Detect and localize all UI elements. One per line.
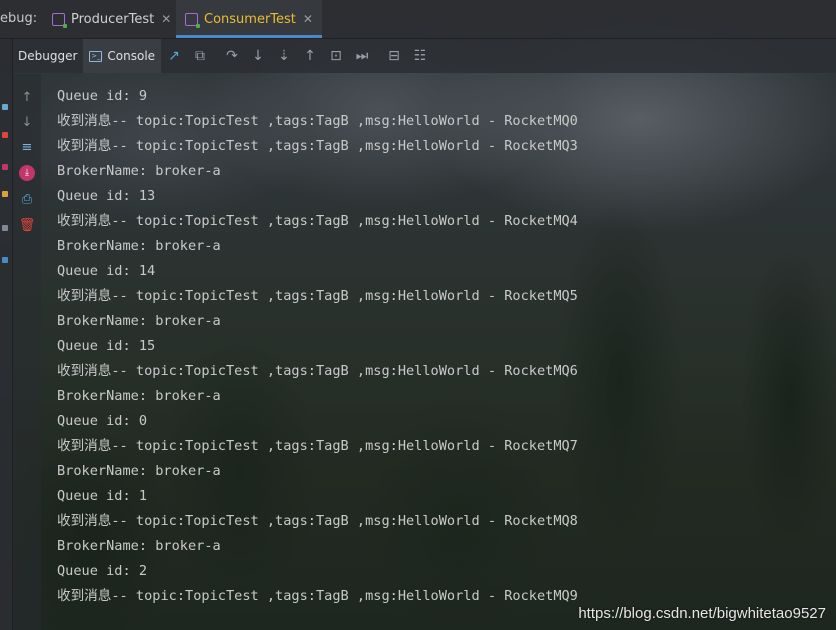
console-line: Queue id: 9 xyxy=(57,88,148,104)
console-line: Queue id: 13 xyxy=(57,188,156,204)
console-tab-label: Console xyxy=(107,49,156,63)
console-line: BrokerName: broker-a xyxy=(57,313,221,329)
tab-consumer-test[interactable]: ConsumerTest ✕ xyxy=(176,0,322,38)
console-line: Queue id: 15 xyxy=(57,338,156,354)
tool-indicator-icon[interactable] xyxy=(2,104,8,110)
console-line: Queue id: 1 xyxy=(57,488,148,504)
evaluate-expression-icon[interactable]: ⊟ xyxy=(381,39,407,73)
debugger-tab[interactable]: Debugger xyxy=(12,39,83,73)
frames-icon[interactable]: ⧉ xyxy=(187,39,213,73)
run-config-icon xyxy=(52,12,67,28)
step-over-icon[interactable]: ↷ xyxy=(219,39,245,73)
console-line: BrokerName: broker-a xyxy=(57,238,221,254)
tab-producer-test[interactable]: ProducerTest ✕ xyxy=(44,0,179,38)
scroll-up-icon[interactable]: ↑ xyxy=(19,89,35,105)
step-into-icon[interactable]: ↓ xyxy=(245,39,271,73)
breakpoint-indicator-icon[interactable] xyxy=(2,164,8,170)
console-line: 收到消息-- topic:TopicTest ,tags:TagB ,msg:H… xyxy=(57,438,578,454)
stop-indicator-icon[interactable] xyxy=(2,132,8,138)
console-line: 收到消息-- topic:TopicTest ,tags:TagB ,msg:H… xyxy=(57,288,578,304)
mute-indicator-icon[interactable] xyxy=(2,191,8,197)
clear-all-icon[interactable]: 🗑 xyxy=(19,217,36,233)
tab-label: ConsumerTest xyxy=(204,11,296,27)
soft-wrap-icon[interactable]: ≡ xyxy=(19,139,35,155)
step-out-icon[interactable]: ↑ xyxy=(297,39,323,73)
left-tool-strip xyxy=(0,39,13,630)
console-line: BrokerName: broker-a xyxy=(57,388,221,404)
tab-label: ProducerTest xyxy=(71,11,155,27)
close-icon[interactable]: ✕ xyxy=(161,12,171,26)
console-line: BrokerName: broker-a xyxy=(57,163,221,179)
debug-tab-bar: ebug: ProducerTest ✕ ConsumerTest ✕ xyxy=(0,0,836,39)
console-output[interactable]: Queue id: 9 收到消息-- topic:TopicTest ,tags:… xyxy=(57,84,827,609)
console-tab[interactable]: >_ Console xyxy=(83,39,162,73)
drop-frame-icon[interactable]: ⊡ xyxy=(323,39,349,73)
watermark: https://blog.csdn.net/bigwhitetao9527 xyxy=(578,605,826,622)
layout-indicator-icon[interactable] xyxy=(2,257,8,263)
debug-toolbar: Debugger >_ Console ↗ ⧉ ↷ ↓ ⇣ ↑ ⊡ ⏭ ⊟ ☷ xyxy=(0,39,836,73)
close-icon[interactable]: ✕ xyxy=(303,12,313,26)
run-to-cursor-icon[interactable]: ⏭ xyxy=(349,39,375,73)
console-line: 收到消息-- topic:TopicTest ,tags:TagB ,msg:H… xyxy=(57,138,578,154)
console-line: Queue id: 0 xyxy=(57,413,148,429)
console-line: Queue id: 2 xyxy=(57,563,148,579)
debug-panel-label: ebug: xyxy=(0,11,38,26)
console-line: Queue id: 14 xyxy=(57,263,156,279)
restore-layout-icon[interactable]: ↗ xyxy=(161,39,187,73)
run-config-icon xyxy=(185,12,200,28)
scroll-down-icon[interactable]: ↓ xyxy=(19,114,35,130)
console-line: 收到消息-- topic:TopicTest ,tags:TagB ,msg:H… xyxy=(57,363,578,379)
scroll-to-end-icon[interactable]: ⤓ xyxy=(19,165,35,181)
force-step-into-icon[interactable]: ⇣ xyxy=(271,39,297,73)
console-line: 收到消息-- topic:TopicTest ,tags:TagB ,msg:H… xyxy=(57,113,578,129)
trace-settings-icon[interactable]: ☷ xyxy=(407,39,433,73)
camera-indicator-icon[interactable] xyxy=(2,225,8,231)
console-icon: >_ xyxy=(89,50,103,62)
console-line: 收到消息-- topic:TopicTest ,tags:TagB ,msg:H… xyxy=(57,513,578,529)
console-line: 收到消息-- topic:TopicTest ,tags:TagB ,msg:H… xyxy=(57,213,578,229)
console-gutter: ↑ ↓ ≡ ⤓ ⎙ 🗑 xyxy=(13,74,41,630)
console-line: BrokerName: broker-a xyxy=(57,463,221,479)
print-icon[interactable]: ⎙ xyxy=(19,191,35,207)
console-line: BrokerName: broker-a xyxy=(57,538,221,554)
